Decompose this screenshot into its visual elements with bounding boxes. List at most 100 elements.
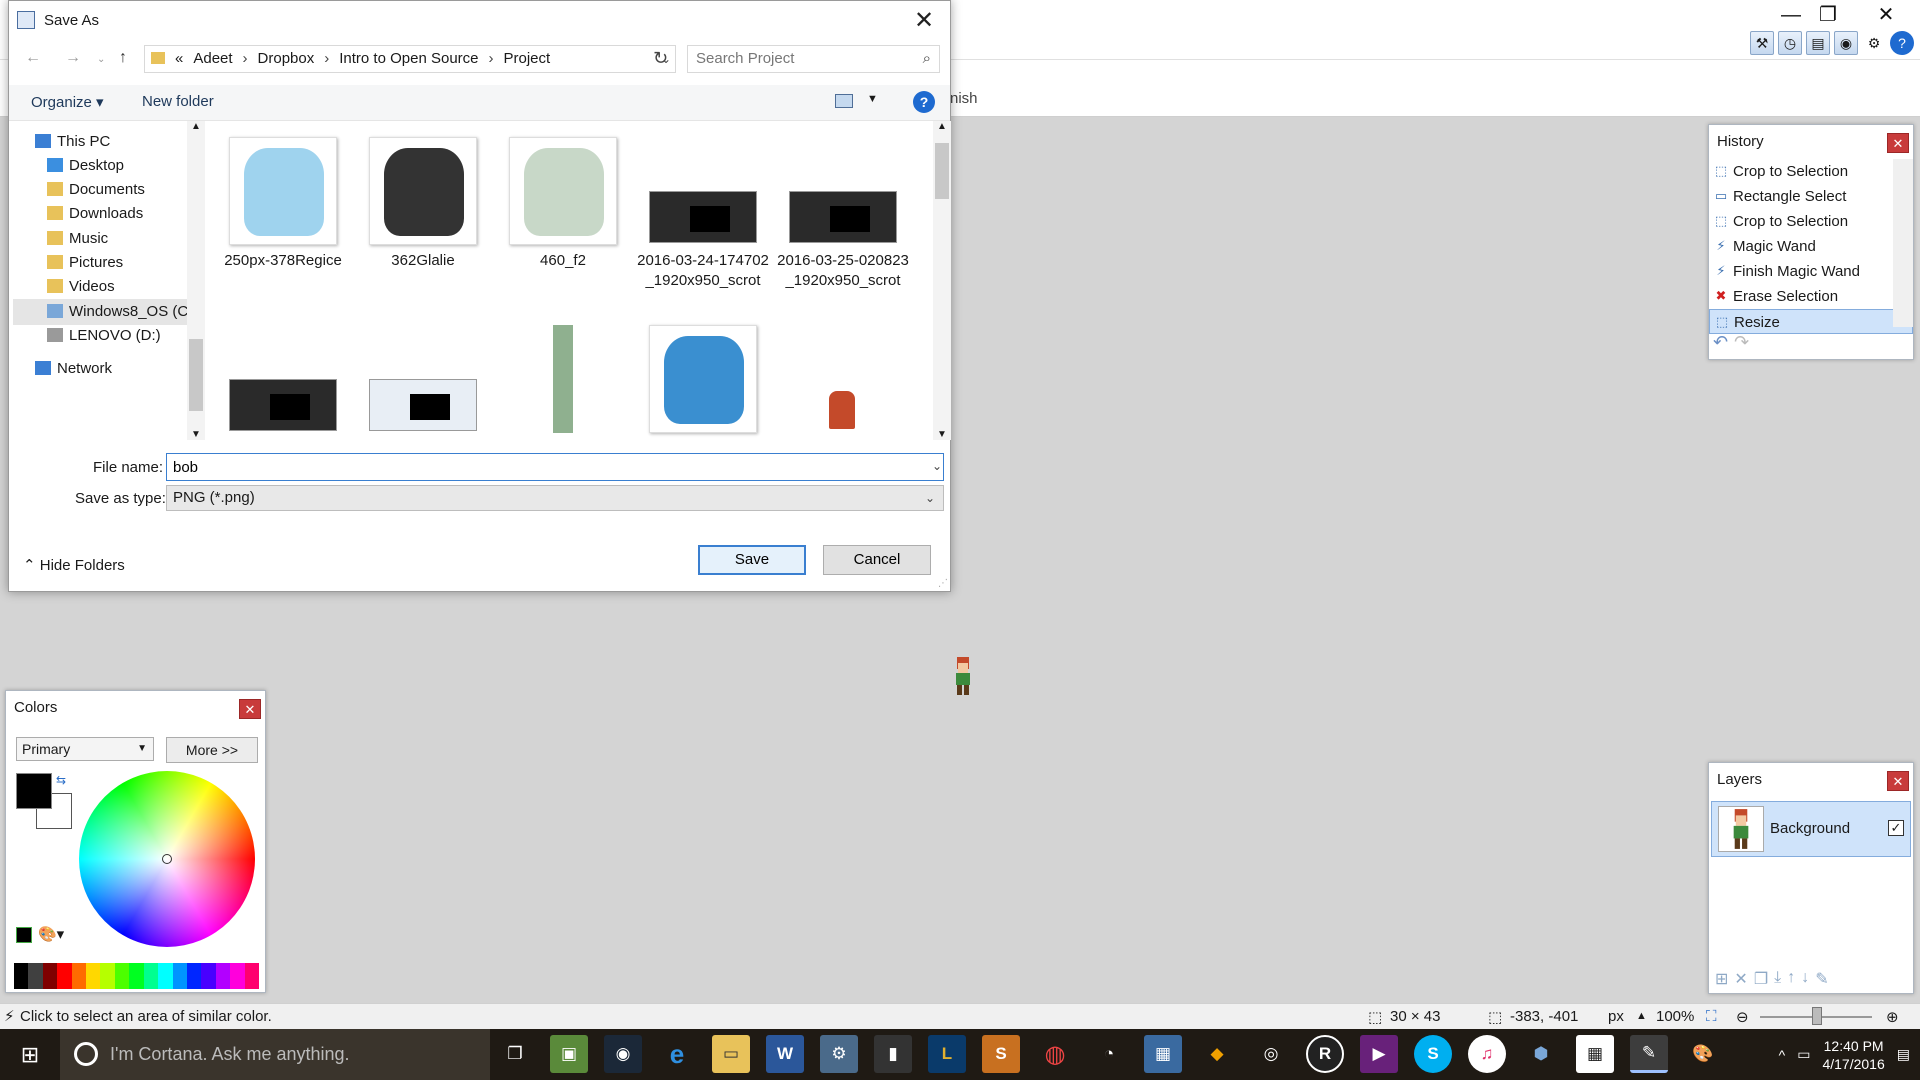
layer-row[interactable]: Background ✓ xyxy=(1711,801,1911,857)
chrome-icon[interactable]: ◍ xyxy=(1036,1035,1074,1073)
chevron-right-icon[interactable]: › xyxy=(489,46,494,72)
palette-swatch[interactable] xyxy=(42,963,58,989)
start-button[interactable]: ⊞ xyxy=(0,1029,60,1080)
ghost-icon[interactable]: ◎ xyxy=(1252,1035,1290,1073)
layers-icon[interactable]: ▤ xyxy=(1806,31,1830,55)
history-item[interactable]: ⬚ Resize xyxy=(1709,309,1913,334)
file-item[interactable] xyxy=(353,325,493,439)
primary-color-swatch[interactable] xyxy=(16,773,52,809)
filename-field[interactable] xyxy=(166,453,944,481)
scroll-down-icon[interactable]: ▼ xyxy=(191,429,201,440)
breadcrumb-overflow[interactable]: « xyxy=(175,46,183,72)
organize-button[interactable]: Organize ▾ xyxy=(31,93,104,111)
redo-icon[interactable]: ↷ xyxy=(1734,332,1749,353)
dialog-title-bar[interactable]: Save As ✕ xyxy=(9,1,950,41)
show-hidden-icons-icon[interactable]: ^ xyxy=(1779,1047,1786,1063)
file-grid-scroll-thumb[interactable] xyxy=(935,143,949,199)
palette-swatch[interactable] xyxy=(244,963,259,989)
edge-icon[interactable]: e xyxy=(658,1035,696,1073)
color-mode-select[interactable]: Primary ▼ xyxy=(16,737,154,761)
action-center-icon[interactable]: ▤ xyxy=(1897,1046,1910,1063)
color-wheel-cursor[interactable] xyxy=(162,854,172,864)
history-item[interactable]: ⚡ Finish Magic Wand xyxy=(1709,259,1913,284)
obs-icon[interactable]: ◔ xyxy=(1090,1035,1128,1073)
paint-icon[interactable]: 🎨 xyxy=(1684,1035,1722,1073)
zoom-level[interactable]: 100% xyxy=(1656,1008,1694,1025)
settings-icon[interactable]: ⚙ xyxy=(1862,31,1886,55)
help-icon[interactable]: ? xyxy=(1890,31,1914,55)
move-down-icon[interactable]: ↓ xyxy=(1801,969,1809,989)
layer-properties-icon[interactable]: ✎ xyxy=(1815,969,1828,989)
chevron-down-icon[interactable]: ▼ xyxy=(867,93,878,105)
history-item[interactable]: ▭ Rectangle Select xyxy=(1709,184,1913,209)
palette-swatch[interactable] xyxy=(230,963,245,989)
new-folder-button[interactable]: New folder xyxy=(142,93,214,110)
tools-icon[interactable]: ⚒ xyxy=(1750,31,1774,55)
itunes-icon[interactable]: ♫ xyxy=(1468,1035,1506,1073)
history-item[interactable]: ⚡ Magic Wand xyxy=(1709,234,1913,259)
scroll-down-icon[interactable]: ▼ xyxy=(937,429,947,440)
history-scrollbar[interactable] xyxy=(1893,159,1913,327)
save-button[interactable]: Save xyxy=(698,545,806,575)
file-item[interactable] xyxy=(633,325,773,439)
cancel-button[interactable]: Cancel xyxy=(823,545,931,575)
minecraft-icon[interactable]: ▣ xyxy=(550,1035,588,1073)
palette-swatch[interactable] xyxy=(71,963,87,989)
palette-icon[interactable]: 🎨▾ xyxy=(38,925,64,943)
word-icon[interactable]: W xyxy=(766,1035,804,1073)
file-item[interactable]: 460_f2 xyxy=(493,137,633,271)
palette-swatch[interactable] xyxy=(172,963,187,989)
colors-close-button[interactable]: ✕ xyxy=(239,699,261,719)
file-item[interactable] xyxy=(493,325,633,439)
palette-swatch[interactable] xyxy=(215,963,231,989)
layer-visibility-checkbox[interactable]: ✓ xyxy=(1888,820,1904,836)
history-item[interactable]: ✖ Erase Selection xyxy=(1709,284,1913,309)
nav-item[interactable]: Videos xyxy=(47,274,115,300)
chevron-down-icon[interactable]: ⌄ xyxy=(932,459,942,473)
explorer-pinned-icon[interactable]: ▦ xyxy=(1144,1035,1182,1073)
search-icon[interactable]: ⌕ xyxy=(923,46,931,72)
chevron-right-icon[interactable]: › xyxy=(243,46,248,72)
palette-swatch[interactable] xyxy=(86,963,101,989)
palette-swatch[interactable] xyxy=(57,963,72,989)
color-mini-swatch[interactable] xyxy=(16,927,32,943)
palette-strip[interactable] xyxy=(14,963,259,989)
nav-item[interactable]: Desktop xyxy=(47,153,124,179)
resize-grip-icon[interactable]: ⋰ xyxy=(938,578,948,589)
skype-icon[interactable]: S xyxy=(1414,1035,1452,1073)
cortana-search[interactable]: I'm Cortana. Ask me anything. xyxy=(60,1029,490,1080)
filetype-select[interactable]: PNG (*.png) ⌄ xyxy=(166,485,944,511)
nav-item[interactable]: Network xyxy=(35,356,112,382)
settings-app-icon[interactable]: ⚙ xyxy=(820,1035,858,1073)
nav-item[interactable]: Pictures xyxy=(47,250,123,276)
fl-studio-icon[interactable]: ◆ xyxy=(1198,1035,1236,1073)
breadcrumb-item[interactable]: Dropbox xyxy=(258,46,315,72)
file-item[interactable]: 362Glalie xyxy=(353,137,493,271)
history-item[interactable]: ⬚ Crop to Selection xyxy=(1709,159,1913,184)
unit-select[interactable]: px xyxy=(1608,1008,1624,1025)
move-up-icon[interactable]: ↑ xyxy=(1787,969,1795,989)
r-app-icon[interactable]: R xyxy=(1306,1035,1344,1073)
terminal-icon[interactable]: ▮ xyxy=(874,1035,912,1073)
breadcrumb-item[interactable]: Intro to Open Source xyxy=(339,46,478,72)
task-view-icon[interactable]: ❐ xyxy=(496,1035,534,1073)
history-icon[interactable]: ◷ xyxy=(1778,31,1802,55)
file-item[interactable] xyxy=(213,325,353,439)
search-input[interactable]: Search Project ⌕ xyxy=(687,45,940,73)
colors-icon[interactable]: ◉ xyxy=(1834,31,1858,55)
add-layer-icon[interactable]: ⊞ xyxy=(1715,969,1728,989)
zoom-fit-icon[interactable]: ⛶ xyxy=(1706,1008,1717,1025)
file-item[interactable] xyxy=(773,325,913,439)
palette-swatch[interactable] xyxy=(14,963,29,989)
file-item[interactable]: 2016-03-25-020823_1920x950_scrot xyxy=(773,137,913,291)
view-options-icon[interactable] xyxy=(835,94,853,108)
visual-studio-icon[interactable]: ▶ xyxy=(1360,1035,1398,1073)
file-explorer-icon[interactable]: ▭ xyxy=(712,1035,750,1073)
back-arrow-icon[interactable]: ← xyxy=(25,49,41,67)
breadcrumb-item[interactable]: Adeet xyxy=(193,46,232,72)
undo-icon[interactable]: ↶ xyxy=(1713,332,1728,353)
duplicate-layer-icon[interactable]: ❐ xyxy=(1754,969,1768,989)
clock[interactable]: 12:40 PM 4/17/2016 xyxy=(1822,1037,1884,1073)
merge-layer-icon[interactable]: ⤓ xyxy=(1774,969,1781,989)
file-item[interactable]: 2016-03-24-174702_1920x950_scrot xyxy=(633,137,773,291)
